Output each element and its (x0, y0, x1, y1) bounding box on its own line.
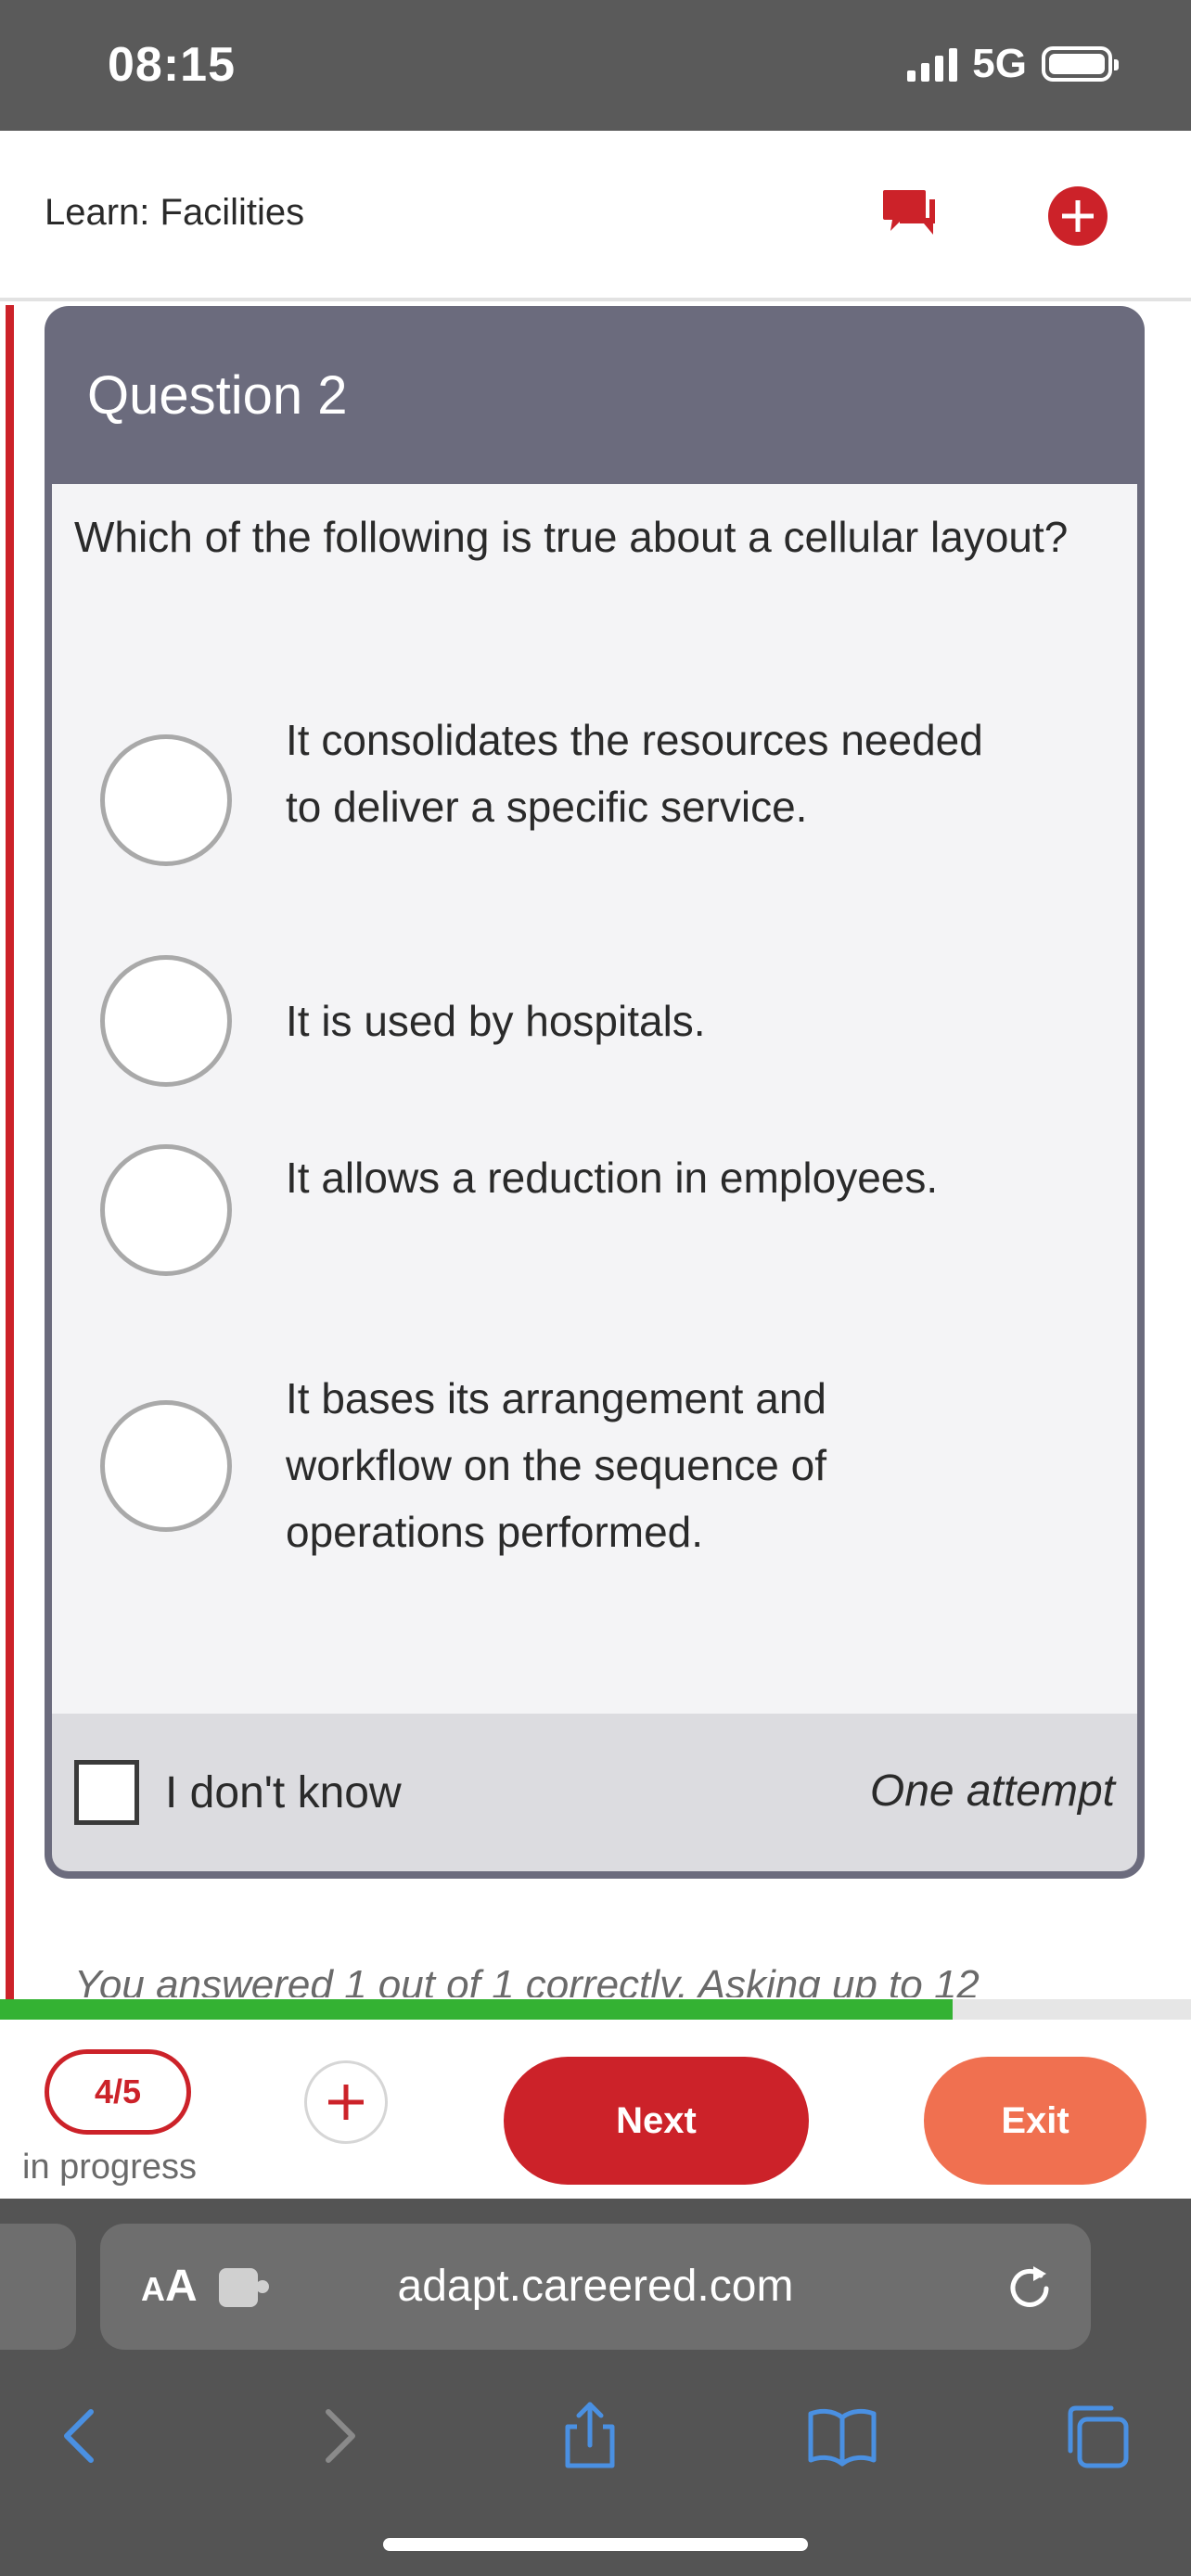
tabs-icon[interactable] (1059, 2399, 1133, 2473)
question-footer: I don't know One attempt (52, 1714, 1137, 1871)
plus-circle-icon[interactable] (1048, 186, 1108, 246)
feedback-text: You answered 1 out of 1 correctly. Askin… (74, 1955, 1169, 1997)
url-text[interactable]: adapt.careered.com (100, 2261, 1091, 2312)
battery-icon (1042, 46, 1119, 82)
feedback-text-content: You answered 1 out of 1 correctly. Askin… (74, 1962, 980, 1997)
lesson-status: in progress (22, 2148, 197, 2187)
signal-icon (907, 46, 958, 82)
add-icon[interactable] (304, 2060, 388, 2144)
browser-chrome: AA adapt.careered.com (0, 2199, 1191, 2576)
next-button[interactable]: Next (504, 2057, 809, 2185)
dont-know-label[interactable]: I don't know (165, 1767, 402, 1818)
question-card: Question 2 Which of the following is tru… (45, 306, 1145, 1879)
reload-icon[interactable] (1002, 2259, 1057, 2315)
app-header: Learn: Facilities (0, 131, 1191, 301)
book-icon[interactable] (805, 2399, 879, 2473)
lesson-count-badge[interactable]: 4/5 (45, 2049, 191, 2135)
progress-bar (0, 1999, 1191, 2020)
progress-fill (0, 1999, 954, 2020)
option-label: It is used by hospitals. (286, 997, 706, 1045)
option-label: It bases its arrangement and workflow on… (286, 1374, 827, 1556)
dont-know-checkbox[interactable] (74, 1760, 139, 1825)
status-indicators: 5G (907, 41, 1119, 87)
screen: 08:15 5G Learn: Facilities Question 2 Wh… (0, 0, 1191, 2576)
address-bar[interactable]: AA adapt.careered.com (100, 2224, 1091, 2350)
share-icon[interactable] (553, 2399, 627, 2473)
chevron-left-icon[interactable] (43, 2399, 117, 2473)
radio-button[interactable] (100, 734, 232, 866)
exit-button[interactable]: Exit (924, 2057, 1146, 2185)
question-body: Which of the following is true about a c… (52, 484, 1137, 1714)
option-label: It consolidates the resources needed to … (286, 716, 983, 831)
previous-tab-peek[interactable] (0, 2224, 76, 2350)
question-header: Question 2 (52, 306, 1137, 484)
home-indicator[interactable] (383, 2538, 808, 2551)
network-label: 5G (972, 41, 1027, 86)
status-time: 08:15 (108, 38, 236, 92)
question-text: Which of the following is true about a c… (74, 513, 1069, 561)
browser-toolbar (0, 2371, 1191, 2501)
chevron-right-icon[interactable] (302, 2399, 377, 2473)
page-title: Learn: Facilities (45, 192, 305, 233)
chat-bubbles-icon[interactable] (881, 186, 941, 242)
question-title: Question 2 (87, 364, 348, 426)
radio-button[interactable] (100, 1144, 232, 1276)
attempts-label: One attempt (869, 1766, 1115, 1816)
status-bar: 08:15 5G (0, 0, 1191, 131)
option-label: It allows a reduction in employees. (286, 1154, 939, 1202)
lesson-nav: 4/5 in progress Next Exit (0, 2020, 1191, 2199)
radio-button[interactable] (100, 955, 232, 1087)
radio-button[interactable] (100, 1400, 232, 1532)
section-accent-rule (6, 305, 14, 2002)
